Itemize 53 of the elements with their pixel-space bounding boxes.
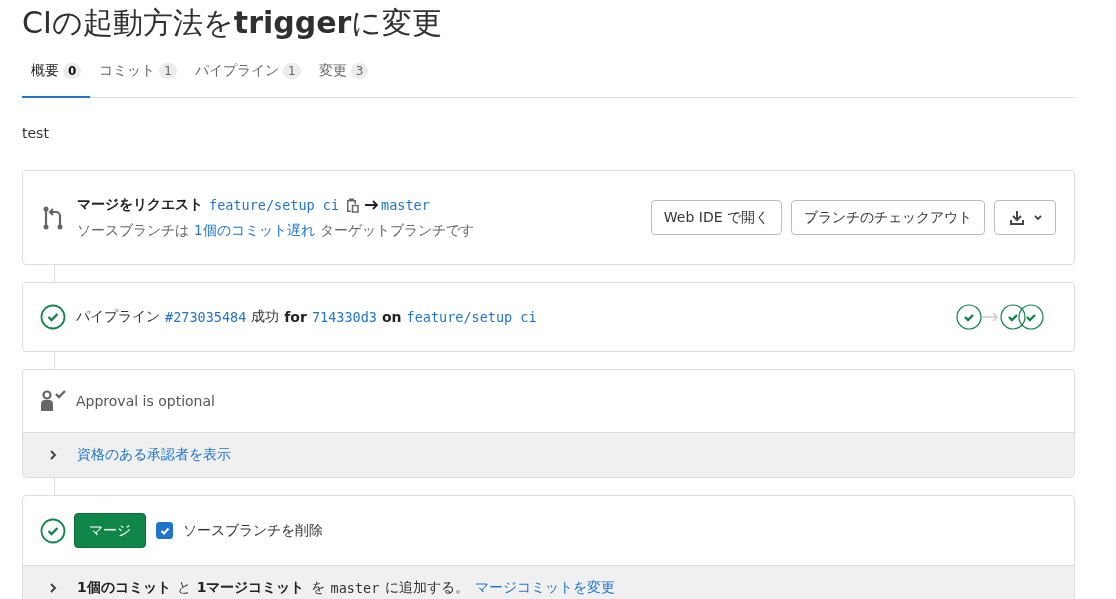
commit-link[interactable]: 714330d3	[311, 309, 377, 325]
commits-behind-link[interactable]: 1個のコミット遅れ	[194, 221, 315, 240]
check-icon	[159, 526, 170, 535]
for-label: for	[284, 309, 307, 325]
merge-button[interactable]: マージ	[74, 513, 146, 548]
on-label: on	[381, 309, 402, 325]
tab[interactable]: コミット 1	[90, 50, 186, 98]
merge-info-text: を	[310, 579, 325, 597]
target-branch-link[interactable]: master	[381, 196, 430, 213]
tab[interactable]: 変更 3	[309, 50, 378, 98]
clipboard-icon[interactable]	[345, 196, 360, 213]
arrow-right-icon	[982, 312, 1000, 322]
commit-count: 1個のコミット	[77, 579, 171, 597]
pipeline-label: パイプライン	[76, 308, 160, 326]
branch-link[interactable]: feature/setup ci	[406, 309, 537, 325]
tab[interactable]: 概要 0	[22, 50, 91, 98]
chevron-right-icon[interactable]	[49, 583, 57, 593]
success-status-icon	[40, 304, 66, 330]
page-title: CIの起動方法をtriggerに変更	[22, 4, 444, 42]
passed-stage-icon[interactable]	[1018, 304, 1044, 330]
tab[interactable]: パイプライン 1	[186, 50, 310, 98]
approval-icon	[40, 390, 68, 412]
count-badge: 1	[159, 63, 177, 79]
download-dropdown-button[interactable]	[994, 200, 1056, 235]
checkbox-label: ソースブランチを削除	[183, 521, 323, 540]
success-status-icon	[40, 517, 66, 544]
checkbox[interactable]	[156, 522, 173, 539]
show-approvers-link[interactable]: 資格のある承認者を表示	[77, 446, 231, 464]
commit-count: 1マージコミット	[196, 579, 305, 597]
source-branch-link[interactable]: feature/setup ci	[209, 196, 340, 213]
arrow-right-icon	[365, 199, 380, 210]
approval-text: Approval is optional	[76, 393, 215, 409]
merge-info-text: と	[176, 579, 191, 597]
count-badge: 0	[63, 63, 82, 79]
count-badge: 3	[350, 63, 369, 79]
pipeline-status: 成功	[251, 308, 280, 326]
passed-stage-icon[interactable]	[956, 304, 982, 330]
download-icon	[1009, 209, 1025, 226]
merge-request-icon	[41, 204, 65, 231]
status-text: ターゲットブランチです	[319, 221, 474, 240]
action-button[interactable]: Web IDE で開く	[650, 200, 782, 235]
pipeline-link[interactable]: #273035484	[165, 309, 247, 325]
passed-stage-icon[interactable]	[1000, 304, 1026, 330]
branch-name: master	[330, 580, 380, 596]
chevron-right-icon[interactable]	[49, 450, 57, 460]
count-badge: 1	[283, 63, 301, 79]
merge-info-text: に追加する。	[385, 579, 470, 597]
status-text: ソースブランチは	[77, 221, 189, 240]
action-button[interactable]: ブランチのチェックアウト	[791, 200, 985, 235]
merge-request-label: マージをリクエスト	[77, 195, 203, 214]
modify-commit-link[interactable]: マージコミットを変更	[475, 579, 616, 597]
description: test	[22, 125, 50, 141]
chevron-down-icon	[1033, 213, 1043, 222]
